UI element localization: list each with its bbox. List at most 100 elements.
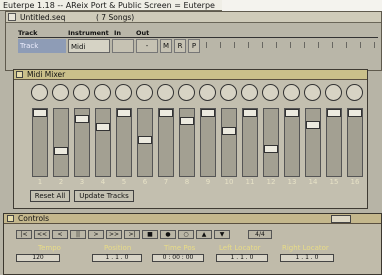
pan-knob[interactable] bbox=[157, 84, 174, 101]
volume-fader[interactable] bbox=[221, 108, 237, 177]
fader-thumb[interactable] bbox=[138, 136, 152, 144]
fader-thumb[interactable] bbox=[243, 109, 257, 117]
volume-fader[interactable] bbox=[95, 108, 111, 177]
volume-fader[interactable] bbox=[284, 108, 300, 177]
pause-button[interactable]: || bbox=[70, 230, 86, 239]
track-instrument[interactable]: Midi bbox=[68, 39, 110, 53]
volume-fader[interactable] bbox=[263, 108, 279, 177]
mixer-channel: 16 bbox=[345, 84, 365, 190]
close-icon[interactable] bbox=[16, 71, 23, 78]
fader-thumb[interactable] bbox=[306, 121, 320, 129]
timeline-ruler[interactable] bbox=[206, 42, 381, 48]
pan-knob[interactable] bbox=[94, 84, 111, 101]
close-icon[interactable] bbox=[8, 13, 16, 21]
mixer-channel: 9 bbox=[198, 84, 218, 190]
track-row[interactable]: Track Midi - M R P bbox=[18, 39, 381, 53]
play-flag[interactable]: P bbox=[188, 39, 200, 53]
fader-thumb[interactable] bbox=[159, 109, 173, 117]
track-out-cell[interactable]: - bbox=[136, 39, 158, 53]
time-pos-label: Time Pos bbox=[164, 244, 196, 252]
volume-fader[interactable] bbox=[116, 108, 132, 177]
controls-title-bar[interactable]: Controls bbox=[4, 214, 381, 224]
volume-fader[interactable] bbox=[179, 108, 195, 177]
pan-knob[interactable] bbox=[73, 84, 90, 101]
tempo-field[interactable]: 120 bbox=[16, 254, 60, 262]
fader-thumb[interactable] bbox=[264, 145, 278, 153]
record-button[interactable]: ● bbox=[160, 230, 176, 239]
fader-thumb[interactable] bbox=[33, 109, 47, 117]
stop-button[interactable]: ■ bbox=[142, 230, 158, 239]
volume-fader[interactable] bbox=[137, 108, 153, 177]
pan-knob[interactable] bbox=[31, 84, 48, 101]
step-back-button[interactable]: < bbox=[52, 230, 68, 239]
pan-knob[interactable] bbox=[283, 84, 300, 101]
volume-fader[interactable] bbox=[74, 108, 90, 177]
fader-thumb[interactable] bbox=[96, 123, 110, 131]
time-pos-field[interactable]: 0 : 00 : 00 bbox=[152, 254, 204, 262]
volume-fader[interactable] bbox=[326, 108, 342, 177]
forward-to-end-button[interactable]: >| bbox=[124, 230, 140, 239]
pan-knob[interactable] bbox=[346, 84, 363, 101]
fader-thumb[interactable] bbox=[54, 147, 68, 155]
pan-knob[interactable] bbox=[241, 84, 258, 101]
pan-knob[interactable] bbox=[304, 84, 321, 101]
column-in: In bbox=[114, 29, 122, 37]
pan-knob[interactable] bbox=[178, 84, 195, 101]
tempo-up-button[interactable]: ▲ bbox=[196, 230, 212, 239]
loop-button[interactable]: ○ bbox=[178, 230, 194, 239]
close-icon[interactable] bbox=[7, 215, 14, 222]
play-button[interactable]: > bbox=[88, 230, 104, 239]
channel-number: 15 bbox=[329, 178, 339, 186]
pan-knob[interactable] bbox=[115, 84, 132, 101]
fader-thumb[interactable] bbox=[222, 127, 236, 135]
volume-fader[interactable] bbox=[53, 108, 69, 177]
record-flag[interactable]: R bbox=[174, 39, 186, 53]
mixer-channel: 10 bbox=[219, 84, 239, 190]
fader-thumb[interactable] bbox=[180, 117, 194, 125]
fast-forward-button[interactable]: >> bbox=[106, 230, 122, 239]
time-signature-button[interactable]: 4/4 bbox=[248, 230, 272, 239]
volume-fader[interactable] bbox=[200, 108, 216, 177]
pan-knob[interactable] bbox=[199, 84, 216, 101]
right-locator-label: Right Locator bbox=[282, 244, 329, 252]
controls-title: Controls bbox=[18, 214, 50, 223]
reset-all-button[interactable]: Reset All bbox=[30, 190, 70, 202]
channel-number: 2 bbox=[58, 178, 64, 186]
fader-thumb[interactable] bbox=[75, 115, 89, 123]
mixer-channel: 1 bbox=[30, 84, 50, 190]
mixer-channel: 7 bbox=[156, 84, 176, 190]
pan-knob[interactable] bbox=[52, 84, 69, 101]
volume-fader[interactable] bbox=[347, 108, 363, 177]
position-field[interactable]: 1 . 1 . 0 bbox=[92, 254, 142, 262]
volume-fader[interactable] bbox=[305, 108, 321, 177]
track-name[interactable]: Track bbox=[18, 39, 66, 53]
rewind-to-start-button[interactable]: |< bbox=[16, 230, 32, 239]
update-tracks-button[interactable]: Update Tracks bbox=[74, 190, 134, 202]
pan-knob[interactable] bbox=[136, 84, 153, 101]
pan-knob[interactable] bbox=[262, 84, 279, 101]
mute-flag[interactable]: M bbox=[160, 39, 172, 53]
fast-rewind-button[interactable]: << bbox=[34, 230, 50, 239]
fader-thumb[interactable] bbox=[201, 109, 215, 117]
channel-number: 1 bbox=[37, 178, 43, 186]
window-depth-icon[interactable] bbox=[331, 215, 351, 223]
mixer-title-bar[interactable]: Midi Mixer bbox=[14, 70, 367, 80]
sequence-window-title-bar[interactable]: Untitled.seq ( 7 Songs) bbox=[6, 12, 381, 23]
mixer-channel: 3 bbox=[72, 84, 92, 190]
screen: Euterpe 1.18 -- AReix Port & Public Scre… bbox=[0, 0, 382, 275]
right-locator-field[interactable]: 1 . 1 . 0 bbox=[280, 254, 334, 262]
track-in-cell[interactable] bbox=[112, 39, 134, 53]
fader-thumb[interactable] bbox=[285, 109, 299, 117]
fader-thumb[interactable] bbox=[348, 109, 362, 117]
screen-title-text: Euterpe 1.18 -- AReix Port & Public Scre… bbox=[3, 1, 215, 10]
pan-knob[interactable] bbox=[220, 84, 237, 101]
tempo-down-button[interactable]: ▼ bbox=[214, 230, 230, 239]
volume-fader[interactable] bbox=[242, 108, 258, 177]
left-locator-field[interactable]: 1 . 1 . 0 bbox=[216, 254, 268, 262]
fader-thumb[interactable] bbox=[327, 109, 341, 117]
fader-thumb[interactable] bbox=[117, 109, 131, 117]
volume-fader[interactable] bbox=[32, 108, 48, 177]
volume-fader[interactable] bbox=[158, 108, 174, 177]
sequence-window: Untitled.seq ( 7 Songs) Track Instrument… bbox=[5, 11, 382, 71]
pan-knob[interactable] bbox=[325, 84, 342, 101]
